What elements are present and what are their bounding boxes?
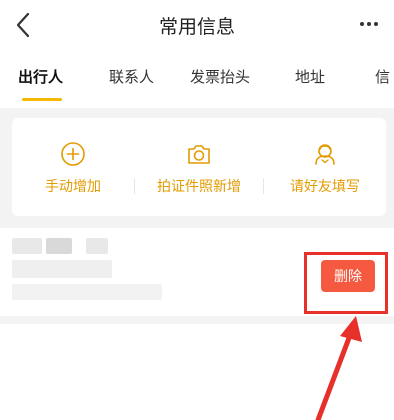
camera-icon [188, 145, 210, 164]
tab-invoice-title[interactable]: 发票抬头 [190, 66, 250, 87]
tab-contacts[interactable]: 联系人 [109, 66, 154, 87]
annotation-arrow [315, 316, 362, 420]
invite-friend-label: 请好友填写 [290, 179, 360, 195]
blurred-name [86, 238, 108, 254]
tab-travelers[interactable]: 出行人 [18, 66, 63, 87]
delete-button[interactable]: 删除 [321, 260, 375, 292]
actions-section: 手动增加 拍证件照新增 请好友填写 [0, 108, 394, 228]
blurred-id [12, 284, 162, 300]
manual-add-label: 手动增加 [45, 179, 101, 195]
more-horizontal-icon [360, 22, 364, 26]
blurred-name [46, 238, 72, 254]
photo-id-add-button[interactable]: 拍证件照新增 [135, 118, 263, 216]
blurred-name [12, 238, 42, 254]
tab-address[interactable]: 地址 [295, 66, 325, 87]
tab-bar: 出行人 联系人 发票抬头 地址 信 [0, 52, 394, 108]
page-title: 常用信息 [158, 16, 235, 38]
photo-id-add-label: 拍证件照新增 [157, 179, 241, 195]
more-button[interactable] [354, 12, 384, 36]
friend-icon [315, 144, 335, 165]
active-tab-indicator [22, 98, 62, 101]
manual-add-button[interactable]: 手动增加 [12, 118, 134, 216]
actions-card: 手动增加 拍证件照新增 请好友填写 [12, 118, 386, 216]
tab-more-info[interactable]: 信 [375, 66, 390, 87]
top-bar: 常用信息 [0, 0, 394, 52]
blurred-id [12, 260, 112, 278]
invite-friend-button[interactable]: 请好友填写 [264, 118, 386, 216]
plus-circle-icon [61, 142, 85, 166]
